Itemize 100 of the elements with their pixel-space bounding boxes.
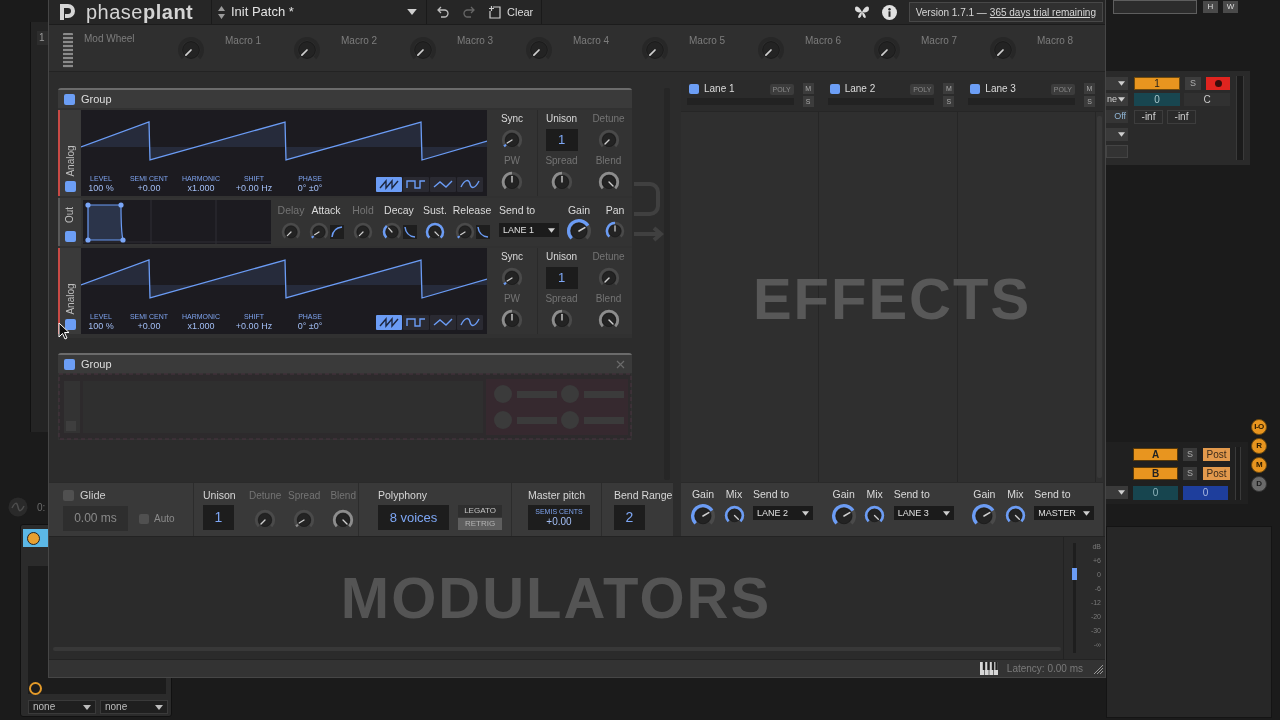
caret-icon	[942, 510, 950, 516]
input-dropdown[interactable]	[1106, 486, 1128, 499]
solo-button[interactable]: S	[1183, 467, 1197, 480]
mode-toggle-button[interactable]: LEGATO	[458, 505, 502, 517]
checkbox[interactable]	[829, 84, 840, 94]
parameter-value[interactable]: x1.000	[187, 321, 215, 332]
parameter-value[interactable]: 0° ±0°	[297, 183, 323, 194]
knob[interactable]	[308, 222, 329, 242]
parameter-value[interactable]: +0.00 Hz	[235, 321, 273, 332]
falling-curve-icon[interactable]	[475, 225, 490, 239]
send-amount-field[interactable]: 0	[1133, 486, 1178, 500]
info-icon[interactable]	[881, 4, 897, 20]
post-button[interactable]: Post	[1203, 467, 1230, 480]
rising-curve-icon[interactable]	[329, 225, 344, 239]
checkbox[interactable]	[689, 84, 699, 94]
knob[interactable]	[454, 222, 475, 242]
trial-link[interactable]: 365 days trial remaining	[989, 4, 1096, 20]
clear-button[interactable]: Clear	[489, 3, 534, 21]
record-arm-button[interactable]	[1206, 77, 1230, 90]
parameter-value[interactable]: 100 %	[88, 321, 114, 332]
send-button[interactable]: A	[1133, 448, 1178, 461]
solo-button[interactable]: S	[1183, 448, 1197, 461]
view-button[interactable]: W	[1223, 1, 1238, 13]
parameter-label: Spread	[545, 293, 578, 305]
waveform-button[interactable]	[376, 315, 402, 330]
send-dropdown[interactable]: LANE 2	[753, 506, 813, 520]
checkbox[interactable]	[970, 84, 981, 94]
redo-icon[interactable]	[463, 6, 475, 18]
view-button[interactable]: H	[1203, 1, 1218, 13]
waveform-button[interactable]	[403, 315, 429, 330]
parameter-value[interactable]: +0.00	[137, 183, 161, 194]
mod-wheel[interactable]	[63, 33, 73, 68]
input-dropdown[interactable]	[1106, 77, 1128, 90]
waveform-button[interactable]	[457, 177, 483, 192]
send-amount-field[interactable]: 0	[1183, 486, 1228, 500]
waveform-button[interactable]	[430, 315, 456, 330]
mode-toggle-button[interactable]: I-O	[1251, 419, 1267, 435]
knob[interactable]	[605, 221, 625, 241]
up-down-arrows-icon[interactable]	[218, 5, 225, 19]
volume-handle[interactable]	[1072, 567, 1077, 580]
unison-field[interactable]: 1	[545, 129, 578, 151]
falling-curve-icon[interactable]	[402, 225, 417, 239]
volume-slider[interactable]	[1072, 543, 1077, 653]
glide-time-field[interactable]: 0.00 ms	[63, 506, 128, 531]
parameter-value[interactable]: +0.00	[137, 321, 161, 332]
waveform-button[interactable]	[403, 177, 429, 192]
ring-icon[interactable]	[29, 682, 42, 695]
checkbox[interactable]	[65, 181, 76, 192]
macro-label: Macro 1	[225, 35, 262, 47]
unison-field[interactable]: 1	[203, 505, 234, 530]
waveform-button[interactable]	[376, 177, 402, 192]
waveform-button[interactable]	[457, 315, 483, 330]
parameter-label: Unison	[545, 113, 578, 125]
polyphony-field[interactable]: 8 voices	[378, 505, 449, 530]
input-dropdown[interactable]: ne	[1106, 93, 1128, 106]
parameter-value[interactable]: +0.00 Hz	[235, 183, 273, 194]
checkbox[interactable]	[65, 231, 76, 242]
parameter-value[interactable]: +0.00	[546, 516, 572, 528]
parameter-value[interactable]: 0° ±0°	[297, 321, 323, 332]
undo-icon[interactable]	[437, 6, 449, 18]
waveform-button[interactable]	[430, 177, 456, 192]
unison-field[interactable]: 1	[545, 267, 578, 289]
send-dropdown[interactable]: LANE 3	[893, 506, 954, 520]
solo-button[interactable]: S	[1185, 77, 1201, 90]
logo-icon	[58, 3, 76, 21]
checkbox[interactable]	[64, 93, 75, 105]
knob[interactable]	[353, 222, 373, 242]
device-power-icon[interactable]	[27, 531, 40, 545]
piano-keyboard-icon[interactable]	[979, 662, 998, 675]
input-dropdown[interactable]: none	[28, 700, 96, 714]
input-dropdown[interactable]: none	[100, 700, 168, 714]
send-dropdown[interactable]: LANE 1	[499, 223, 559, 237]
send-dropdown[interactable]: MASTER	[1034, 506, 1095, 520]
knob[interactable]	[425, 222, 445, 242]
checkbox[interactable]	[65, 319, 76, 330]
preset-dropdown[interactable]: Init Patch *	[231, 2, 417, 22]
track-number-button[interactable]: 1	[1134, 77, 1180, 90]
knob[interactable]	[381, 222, 402, 242]
checkbox[interactable]	[64, 358, 75, 370]
triangle-wave-icon	[433, 179, 453, 190]
knob[interactable]	[281, 222, 301, 242]
post-button[interactable]: Post	[1203, 448, 1230, 461]
volume-field[interactable]: -inf	[1134, 110, 1163, 124]
mode-toggle-button[interactable]: R	[1251, 438, 1267, 454]
mode-toggle-button[interactable]: M	[1251, 457, 1267, 473]
caret-icon	[802, 510, 809, 516]
text-field[interactable]	[1106, 145, 1128, 158]
butterfly-icon[interactable]	[853, 5, 870, 19]
input-dropdown[interactable]	[1106, 128, 1128, 141]
parameter-value[interactable]: x1.000	[187, 183, 215, 194]
resize-grip-icon[interactable]	[1093, 663, 1103, 674]
send-button[interactable]: B	[1133, 467, 1178, 480]
volume-field[interactable]: -inf	[1167, 110, 1196, 124]
text-field[interactable]	[1113, 0, 1197, 14]
scrollbar[interactable]	[664, 88, 670, 480]
key-field[interactable]: C	[1184, 93, 1230, 106]
monitor-button[interactable]: Off	[1106, 110, 1128, 123]
parameter-value[interactable]: 100 %	[88, 183, 114, 194]
pitch-field[interactable]: 0	[1134, 93, 1180, 106]
bend-range-field[interactable]: 2	[614, 505, 645, 530]
